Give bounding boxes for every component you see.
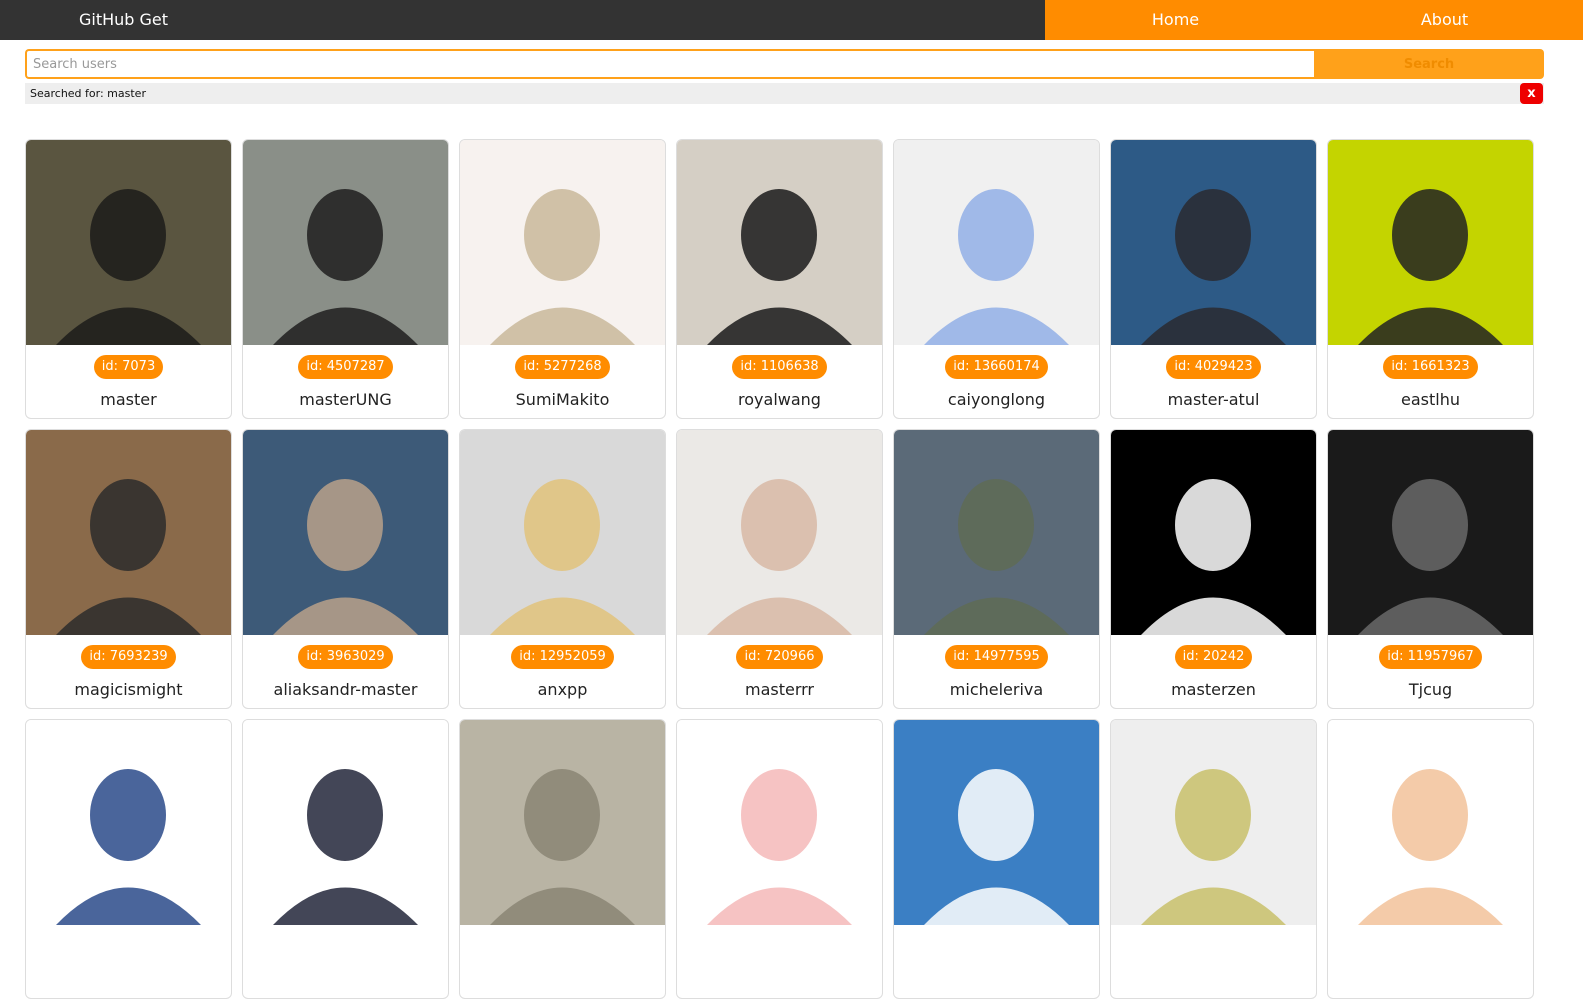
user-login[interactable]: royalwang xyxy=(677,390,882,409)
user-card[interactable]: id: 4029423 master-atul xyxy=(1110,139,1317,419)
top-navbar: GitHub Get Home About xyxy=(0,0,1583,40)
user-login[interactable]: master-atul xyxy=(1111,390,1316,409)
search-status-text: Searched for: master xyxy=(30,87,146,100)
user-avatar[interactable] xyxy=(894,430,1099,635)
user-avatar[interactable] xyxy=(460,720,665,925)
user-login[interactable]: micheleriva xyxy=(894,680,1099,699)
search-status-bar: Searched for: master x xyxy=(25,83,1544,104)
user-id-pill: id: 7693239 xyxy=(81,645,176,669)
user-card[interactable] xyxy=(1327,719,1534,999)
user-login[interactable]: eastlhu xyxy=(1328,390,1533,409)
user-avatar[interactable] xyxy=(1328,430,1533,635)
user-avatar[interactable] xyxy=(1111,430,1316,635)
user-login[interactable]: SumiMakito xyxy=(460,390,665,409)
user-id-pill: id: 4507287 xyxy=(298,355,393,379)
user-id-pill: id: 14977595 xyxy=(945,645,1048,669)
user-card[interactable]: id: 14977595 micheleriva xyxy=(893,429,1100,709)
user-card[interactable] xyxy=(459,719,666,999)
user-id-badge: id: 11957967 xyxy=(1328,645,1533,669)
user-card[interactable] xyxy=(25,719,232,999)
user-card[interactable]: id: 7693239 magicismight xyxy=(25,429,232,709)
user-card[interactable]: id: 720966 masterrr xyxy=(676,429,883,709)
user-id-badge: id: 7073 xyxy=(26,355,231,379)
user-id-badge: id: 1661323 xyxy=(1328,355,1533,379)
nav-about-link[interactable]: About xyxy=(1306,0,1583,40)
user-avatar[interactable] xyxy=(26,140,231,345)
user-id-pill: id: 12952059 xyxy=(511,645,614,669)
user-card[interactable]: id: 3963029 aliaksandr-master xyxy=(242,429,449,709)
user-card[interactable]: id: 11957967 Tjcug xyxy=(1327,429,1534,709)
user-id-pill: id: 720966 xyxy=(736,645,823,669)
user-avatar[interactable] xyxy=(1328,720,1533,925)
user-avatar[interactable] xyxy=(460,140,665,345)
user-login[interactable]: anxpp xyxy=(460,680,665,699)
user-login[interactable]: Tjcug xyxy=(1328,680,1533,699)
user-avatar[interactable] xyxy=(1111,140,1316,345)
clear-search-button[interactable]: x xyxy=(1520,83,1543,104)
user-id-pill: id: 20242 xyxy=(1174,645,1253,669)
user-login[interactable]: masterUNG xyxy=(243,390,448,409)
user-id-badge: id: 1106638 xyxy=(677,355,882,379)
user-avatar[interactable] xyxy=(894,720,1099,925)
user-avatar[interactable] xyxy=(1328,140,1533,345)
user-avatar[interactable] xyxy=(26,430,231,635)
user-id-pill: id: 5277268 xyxy=(515,355,610,379)
user-id-pill: id: 13660174 xyxy=(945,355,1048,379)
user-login[interactable]: masterzen xyxy=(1111,680,1316,699)
user-card[interactable]: id: 12952059 anxpp xyxy=(459,429,666,709)
search-input[interactable] xyxy=(25,49,1314,79)
user-id-pill: id: 11957967 xyxy=(1379,645,1482,669)
user-avatar[interactable] xyxy=(243,140,448,345)
nav-home-link[interactable]: Home xyxy=(1045,0,1306,40)
user-avatar[interactable] xyxy=(677,430,882,635)
user-id-badge: id: 14977595 xyxy=(894,645,1099,669)
search-button[interactable]: Search xyxy=(1314,49,1544,79)
user-login[interactable]: masterrr xyxy=(677,680,882,699)
user-id-pill: id: 1661323 xyxy=(1383,355,1478,379)
user-card[interactable]: id: 1661323 eastlhu xyxy=(1327,139,1534,419)
user-login[interactable]: caiyonglong xyxy=(894,390,1099,409)
user-login[interactable]: master xyxy=(26,390,231,409)
user-card[interactable] xyxy=(242,719,449,999)
user-id-badge: id: 12952059 xyxy=(460,645,665,669)
user-card[interactable] xyxy=(1110,719,1317,999)
user-avatar[interactable] xyxy=(26,720,231,925)
user-card[interactable]: id: 5277268 SumiMakito xyxy=(459,139,666,419)
user-id-badge: id: 720966 xyxy=(677,645,882,669)
user-id-badge: id: 13660174 xyxy=(894,355,1099,379)
user-card[interactable]: id: 1106638 royalwang xyxy=(676,139,883,419)
user-login[interactable]: aliaksandr-master xyxy=(243,680,448,699)
user-id-badge: id: 20242 xyxy=(1111,645,1316,669)
user-id-pill: id: 1106638 xyxy=(732,355,827,379)
user-id-badge: id: 4507287 xyxy=(243,355,448,379)
user-card[interactable]: id: 13660174 caiyonglong xyxy=(893,139,1100,419)
user-avatar[interactable] xyxy=(894,140,1099,345)
nav-links: Home About xyxy=(1045,0,1583,40)
user-id-pill: id: 7073 xyxy=(93,355,164,379)
user-id-badge: id: 4029423 xyxy=(1111,355,1316,379)
user-avatar[interactable] xyxy=(243,720,448,925)
user-id-pill: id: 3963029 xyxy=(298,645,393,669)
user-id-badge: id: 3963029 xyxy=(243,645,448,669)
user-card[interactable]: id: 4507287 masterUNG xyxy=(242,139,449,419)
user-card[interactable] xyxy=(893,719,1100,999)
user-card[interactable]: id: 7073 master xyxy=(25,139,232,419)
user-id-badge: id: 7693239 xyxy=(26,645,231,669)
user-avatar[interactable] xyxy=(243,430,448,635)
user-card[interactable] xyxy=(676,719,883,999)
user-avatar[interactable] xyxy=(677,720,882,925)
user-id-badge: id: 5277268 xyxy=(460,355,665,379)
user-avatar[interactable] xyxy=(460,430,665,635)
user-login[interactable]: magicismight xyxy=(26,680,231,699)
user-card[interactable]: id: 20242 masterzen xyxy=(1110,429,1317,709)
brand-title[interactable]: GitHub Get xyxy=(79,0,168,40)
user-avatar[interactable] xyxy=(677,140,882,345)
user-avatar[interactable] xyxy=(1111,720,1316,925)
user-id-pill: id: 4029423 xyxy=(1166,355,1261,379)
search-bar: Search xyxy=(25,49,1544,79)
